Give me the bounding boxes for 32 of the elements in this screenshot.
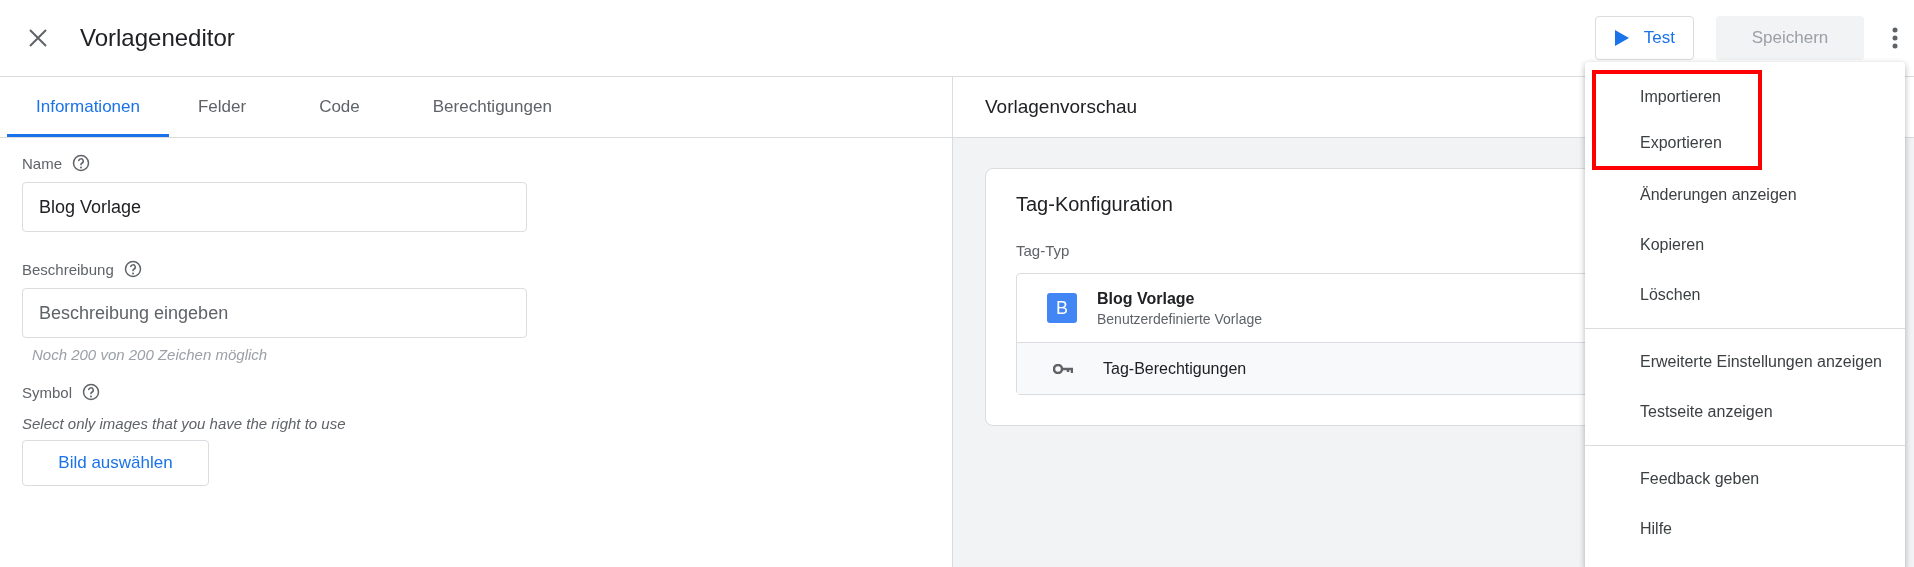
- help-icon[interactable]: [123, 260, 142, 278]
- test-button[interactable]: Test: [1594, 16, 1694, 60]
- template-name: Blog Vorlage: [1097, 289, 1196, 308]
- close-button[interactable]: [28, 28, 48, 48]
- character-count: Noch 200 von 200 Zeichen möglich: [32, 346, 269, 363]
- field-label: Symbol: [22, 383, 73, 401]
- tab[interactable]: Felder: [168, 77, 276, 137]
- template-badge: B: [1047, 293, 1077, 323]
- menu-item[interactable]: Feedback geben: [1585, 454, 1905, 504]
- choose-image-button[interactable]: Bild auswählen: [22, 440, 209, 486]
- help-icon[interactable]: [72, 154, 90, 172]
- tab[interactable]: Berechtigungen: [403, 77, 581, 137]
- menu-item[interactable]: Hilfe: [1585, 504, 1905, 554]
- field-label: Beschreibung: [22, 260, 114, 278]
- image-note: Select only images that you have the right to use: [22, 415, 347, 432]
- help-icon[interactable]: [82, 383, 101, 401]
- tab[interactable]: Informationen: [7, 77, 169, 137]
- tag-type-label: Tag-Typ: [1016, 242, 1070, 259]
- card-title: Tag-Konfiguration: [1016, 193, 1173, 216]
- key-icon: [1053, 363, 1073, 374]
- field-label: Name: [22, 154, 62, 172]
- window-title: Vorlageneditor: [80, 24, 236, 52]
- more-menu-button[interactable]: [1892, 27, 1898, 49]
- menu-item[interactable]: Importieren: [1596, 74, 1758, 120]
- name-field[interactable]: Blog Vorlage: [22, 182, 527, 232]
- play-icon: [1613, 29, 1630, 47]
- tab[interactable]: Code: [290, 77, 389, 137]
- menu-item[interactable]: Kopieren: [1585, 220, 1905, 270]
- description-field[interactable]: Beschreibung eingeben: [22, 288, 527, 338]
- template-subtitle: Benutzerdefinierte Vorlage: [1097, 310, 1262, 327]
- permissions-label: Tag-Berechtigungen: [1103, 359, 1247, 378]
- menu-item[interactable]: Änderungen anzeigen: [1585, 170, 1905, 220]
